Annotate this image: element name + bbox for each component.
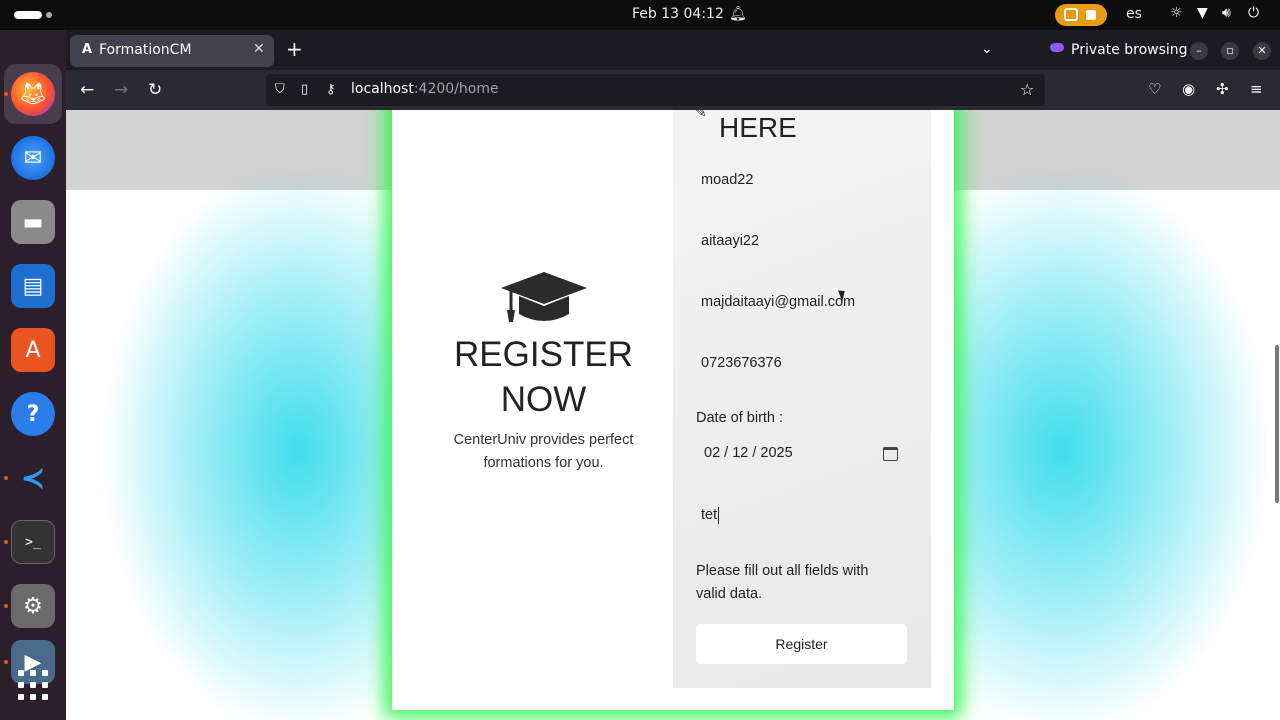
thunderbird-icon[interactable]: ✉: [11, 136, 55, 180]
text-caret: [718, 506, 720, 524]
tab-bar: A FormationCM ✕ + ⌄ Private browsing – ▫…: [66, 30, 1280, 70]
notification-bell-icon: 🔔︎: [729, 6, 747, 22]
activities-button[interactable]: [14, 11, 42, 19]
tab-formationcm[interactable]: A FormationCM ✕: [70, 35, 274, 67]
registration-form: ✎ HERE moad22 aitaayi22 majdaitaayi@gmai…: [673, 110, 931, 688]
dock: 🦊︎ ✉ ▬ ▤ A ? ≺ >_ ⚙ ▶: [0, 30, 66, 720]
email-field[interactable]: majdaitaayi@gmail.com: [697, 284, 907, 320]
register-subtitle: CenterUniv provides perfect formations f…: [453, 432, 634, 471]
new-tab-plus-icon[interactable]: +: [286, 39, 303, 59]
running-indicator: [4, 660, 8, 664]
pencil-icon: ✎: [695, 110, 707, 120]
private-browsing-mask-icon: [1050, 43, 1064, 52]
navigation-toolbar: ← → ↻ ⛉ ▯ ⚷ localhost:4200/home ☆ ♡ ◉ ✣ …: [66, 70, 1280, 110]
system-top-bar: Feb 13 04:12 🔔︎ es ☼ ▼ 🔊︎ ⏻: [0, 0, 1280, 30]
firefox-icon[interactable]: 🦊︎: [11, 72, 55, 116]
reload-icon[interactable]: ↻: [148, 80, 162, 100]
phone-field[interactable]: 0723676376: [697, 345, 907, 381]
tab-list-chevron-down-icon[interactable]: ⌄: [981, 41, 993, 57]
firefox-window: A FormationCM ✕ + ⌄ Private browsing – ▫…: [66, 30, 1280, 720]
date-of-birth-input[interactable]: 02 / 12 / 2025: [697, 436, 907, 472]
register-intro: REGISTER NOW CenterUniv provides perfect…: [392, 110, 673, 700]
running-indicator: [4, 476, 8, 480]
screen-cast-icon: [1064, 8, 1078, 21]
scrollbar[interactable]: [1275, 345, 1279, 503]
text-field-value: tet: [701, 507, 718, 523]
pocket-icon[interactable]: ♡: [1148, 80, 1161, 98]
password-field[interactable]: aitaayi22: [697, 223, 907, 259]
forward-arrow-icon[interactable]: →: [114, 80, 128, 100]
key-icon[interactable]: ⚷: [326, 82, 336, 97]
account-icon[interactable]: ◉: [1182, 80, 1195, 98]
register-button[interactable]: Register: [696, 624, 907, 664]
page-viewport: REGISTER NOW CenterUniv provides perfect…: [66, 110, 1280, 720]
tab-title: FormationCM: [99, 42, 192, 58]
username-field[interactable]: moad22: [697, 162, 907, 198]
running-indicator: [4, 604, 8, 608]
maximize-icon[interactable]: ▫: [1221, 42, 1239, 60]
workspace-indicator: [46, 12, 52, 18]
terminal-icon[interactable]: >_: [11, 520, 55, 564]
background-glow-right: [926, 170, 1266, 720]
settings-gear-icon[interactable]: ⚙: [11, 584, 55, 628]
url-text[interactable]: localhost:4200/home: [351, 81, 499, 97]
stop-recording-icon: [1086, 10, 1096, 20]
wifi-icon[interactable]: ▼: [1197, 5, 1208, 21]
close-window-icon[interactable]: ✕: [1253, 42, 1271, 60]
background-glow-left: [106, 170, 426, 720]
private-browsing-label: Private browsing: [1071, 42, 1188, 58]
extensions-puzzle-icon[interactable]: ✣: [1216, 80, 1229, 98]
bookmark-star-icon[interactable]: ☆: [1020, 80, 1034, 99]
date-value: 02 / 12 / 2025: [704, 445, 793, 461]
page-info-icon[interactable]: ▯: [301, 82, 308, 97]
shield-icon[interactable]: ⛉: [275, 82, 285, 97]
register-title: REGISTER NOW: [392, 332, 695, 422]
volume-icon[interactable]: 🔊︎: [1222, 5, 1231, 21]
clock[interactable]: Feb 13 04:12: [632, 6, 724, 22]
text-field-active[interactable]: tet: [697, 497, 907, 533]
vscode-icon[interactable]: ≺: [11, 456, 55, 500]
running-indicator: [4, 540, 8, 544]
hamburger-menu-icon[interactable]: ≡: [1250, 80, 1263, 98]
validation-hint: Please fill out all fields with valid da…: [696, 563, 869, 602]
address-bar[interactable]: ⛉ ▯ ⚷ localhost:4200/home ☆: [266, 74, 1045, 106]
files-icon[interactable]: ▬: [11, 200, 55, 244]
register-title-line1: REGISTER: [454, 335, 633, 374]
url-path: :4200/home: [413, 81, 499, 97]
keyboard-language[interactable]: es: [1126, 6, 1142, 22]
date-of-birth-label: Date of birth :: [696, 410, 784, 426]
running-indicator: [4, 92, 8, 96]
screen-share-indicator[interactable]: [1055, 4, 1107, 26]
close-tab-icon[interactable]: ✕: [253, 41, 265, 57]
power-icon[interactable]: ⏻: [1248, 5, 1259, 21]
brightness-icon[interactable]: ☼: [1170, 5, 1183, 21]
url-host: localhost: [351, 81, 414, 97]
register-title-line2: NOW: [500, 380, 587, 419]
calendar-icon[interactable]: [883, 447, 898, 461]
form-heading: HERE: [719, 112, 797, 143]
help-icon[interactable]: ?: [11, 392, 55, 436]
show-apps-icon[interactable]: [18, 670, 48, 700]
writer-icon[interactable]: ▤: [11, 264, 55, 308]
back-arrow-icon[interactable]: ←: [80, 80, 94, 100]
minimize-icon[interactable]: –: [1190, 42, 1208, 60]
app-center-icon[interactable]: A: [11, 328, 55, 372]
register-card: REGISTER NOW CenterUniv provides perfect…: [392, 110, 954, 710]
graduation-cap-icon: [501, 272, 587, 322]
angular-favicon-icon: A: [81, 42, 93, 57]
